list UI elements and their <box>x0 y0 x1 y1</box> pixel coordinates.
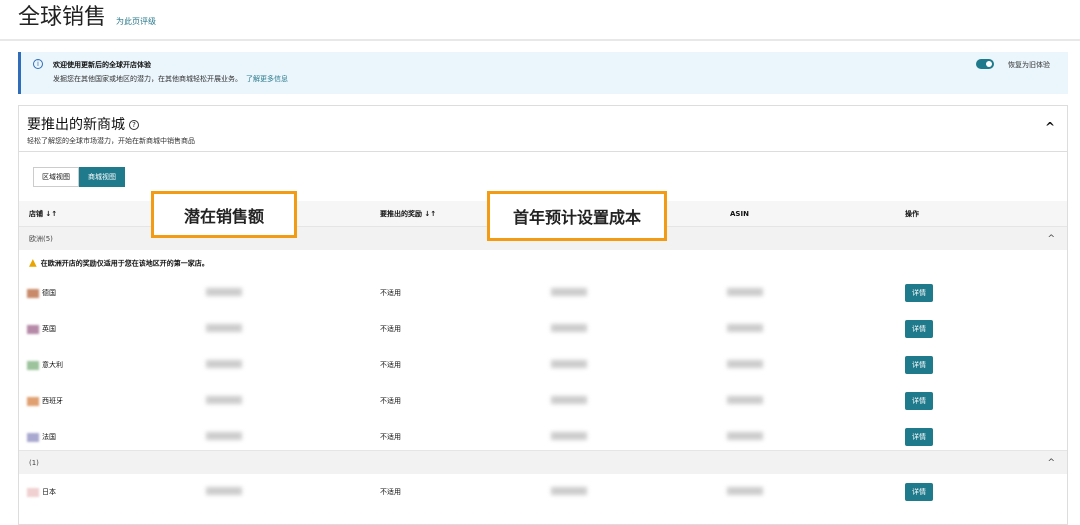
collapse-chevron-icon[interactable]: ^ <box>1045 120 1055 134</box>
card-title: 要推出的新商城? <box>27 114 139 134</box>
table-row: 西班牙 不适用 详情 <box>19 383 1067 419</box>
info-banner: i 欢迎使用更新后的全球开店体验 发掘您在其他国家或地区的潜力，在其他商城轻松开… <box>18 52 1068 94</box>
page-title: 全球销售 <box>18 5 107 30</box>
incentive-value: 不适用 <box>380 488 401 496</box>
flag-icon <box>27 288 39 298</box>
store-name: 西班牙 <box>42 397 63 405</box>
store-name: 日本 <box>42 488 56 496</box>
cost-blurred <box>551 396 587 404</box>
flag-icon <box>27 324 39 334</box>
group-label: (1) <box>29 458 39 467</box>
incentive-value: 不适用 <box>380 361 401 369</box>
flag-icon <box>27 360 39 370</box>
store-name: 法国 <box>42 433 56 441</box>
warning-icon: ▲ <box>29 257 37 268</box>
group-collapse-icon[interactable]: ^ <box>1047 234 1055 244</box>
details-button[interactable]: 详情 <box>905 428 933 446</box>
table-row: 德国 不适用 详情 <box>19 275 1067 311</box>
cost-blurred <box>551 432 587 440</box>
asin-blurred <box>727 487 763 495</box>
group-collapse-icon[interactable]: ^ <box>1047 458 1055 468</box>
flag-icon <box>27 432 39 442</box>
details-button[interactable]: 详情 <box>905 392 933 410</box>
table-row: 英国 不适用 详情 <box>19 311 1067 347</box>
card-title-text: 要推出的新商城 <box>27 117 125 133</box>
annotation-potential-sales: 潜在销售额 <box>151 191 297 238</box>
incentive-value: 不适用 <box>380 325 401 333</box>
toggle-label: 恢复为旧体验 <box>1008 61 1050 69</box>
warning-row: ▲ 在欧洲开店的奖励仅适用于您在该地区开的第一家店。 <box>19 250 1067 275</box>
marketplace-view-tab[interactable]: 商城视图 <box>79 167 125 187</box>
potential-sales-blurred <box>206 432 242 440</box>
details-button[interactable]: 详情 <box>905 320 933 338</box>
table-row: 日本 不适用 详情 <box>19 474 1067 510</box>
table-row: 意大利 不适用 详情 <box>19 347 1067 383</box>
annotation-first-year-cost: 首年预计设置成本 <box>487 191 667 241</box>
asin-blurred <box>727 360 763 368</box>
asin-blurred <box>727 324 763 332</box>
store-name: 意大利 <box>42 361 63 369</box>
group-label: 欧洲(5) <box>29 234 53 243</box>
col-store[interactable]: 店铺 ↓↑ <box>29 209 57 219</box>
cost-blurred <box>551 360 587 368</box>
rate-page-link[interactable]: 为此页评级 <box>116 16 156 27</box>
potential-sales-blurred <box>206 324 242 332</box>
details-button[interactable]: 详情 <box>905 483 933 501</box>
col-incentive[interactable]: 要推出的奖励 ↓↑ <box>380 209 436 219</box>
banner-text: 发掘您在其他国家或地区的潜力，在其他商城轻松开展业务。 了解更多信息 <box>53 74 288 84</box>
cost-blurred <box>551 324 587 332</box>
asin-blurred <box>727 288 763 296</box>
warning-text: 在欧洲开店的奖励仅适用于您在该地区开的第一家店。 <box>40 259 209 267</box>
potential-sales-blurred <box>206 360 242 368</box>
page-header: 全球销售 为此页评级 <box>0 0 1080 41</box>
incentive-value: 不适用 <box>380 433 401 441</box>
flag-icon <box>27 487 39 497</box>
potential-sales-blurred <box>206 396 242 404</box>
cost-blurred <box>551 288 587 296</box>
details-button[interactable]: 详情 <box>905 356 933 374</box>
card-header: 要推出的新商城? 轻松了解您的全球市场潜力，开始在新商城中销售商品 ^ <box>19 106 1067 152</box>
details-button[interactable]: 详情 <box>905 284 933 302</box>
group-row[interactable]: (1) ^ <box>19 450 1067 474</box>
col-asin: ASIN <box>730 209 749 218</box>
store-name: 德国 <box>42 289 56 297</box>
banner-title: 欢迎使用更新后的全球开店体验 <box>53 61 151 69</box>
asin-blurred <box>727 432 763 440</box>
potential-sales-blurred <box>206 288 242 296</box>
incentive-value: 不适用 <box>380 397 401 405</box>
cost-blurred <box>551 487 587 495</box>
card-subtitle: 轻松了解您的全球市场潜力，开始在新商城中销售商品 <box>27 137 195 145</box>
help-icon[interactable]: ? <box>129 120 139 130</box>
old-experience-toggle[interactable] <box>976 59 994 69</box>
info-icon: i <box>33 59 43 69</box>
col-action: 操作 <box>905 209 919 218</box>
new-marketplaces-card: 要推出的新商城? 轻松了解您的全球市场潜力，开始在新商城中销售商品 ^ 区域视图… <box>18 105 1068 525</box>
asin-blurred <box>727 396 763 404</box>
learn-more-link[interactable]: 了解更多信息 <box>246 75 288 83</box>
flag-icon <box>27 396 39 406</box>
store-name: 英国 <box>42 325 56 333</box>
view-switch: 区域视图 商城视图 <box>33 167 125 187</box>
region-view-tab[interactable]: 区域视图 <box>33 167 79 187</box>
incentive-value: 不适用 <box>380 289 401 297</box>
potential-sales-blurred <box>206 487 242 495</box>
banner-desc: 发掘您在其他国家或地区的潜力，在其他商城轻松开展业务。 <box>53 75 242 83</box>
